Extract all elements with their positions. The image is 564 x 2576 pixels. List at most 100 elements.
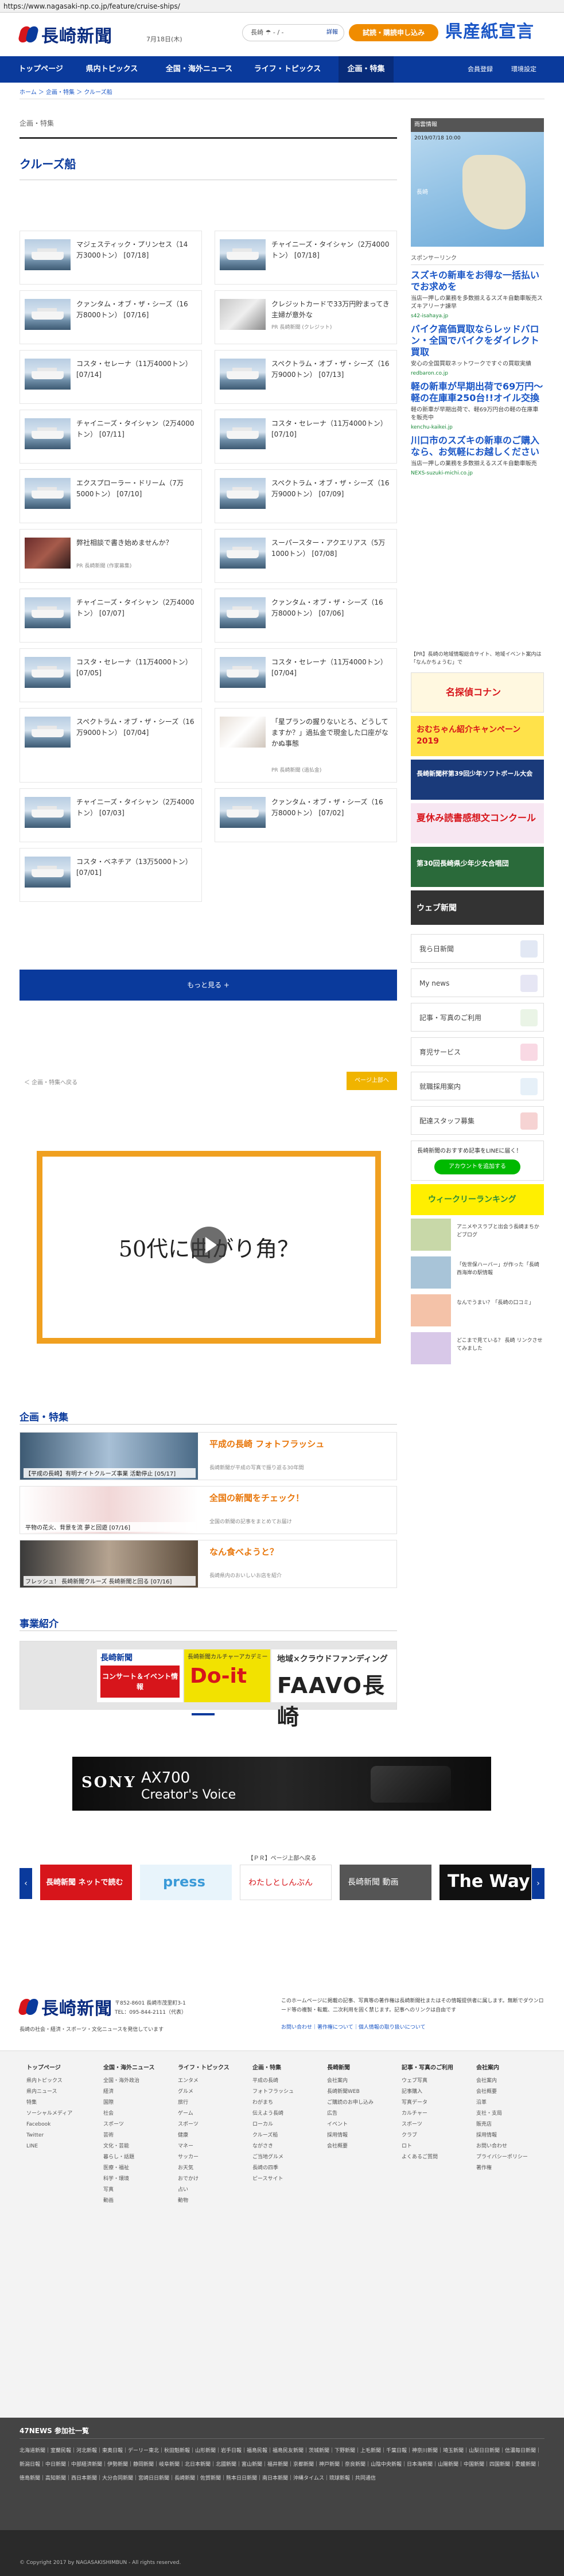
article-card[interactable]: チャイニーズ・タイシャン（2万4000トン） [07/07]	[20, 589, 202, 643]
pr-card[interactable]: 弊社相談で書き始めませんか？ PR 長崎新聞 (作家募集)	[20, 529, 202, 583]
sitemap-link[interactable]: クラブ	[402, 2130, 453, 2141]
sitemap-link[interactable]: 会社概要	[327, 2141, 374, 2152]
article-card[interactable]: クァンタム・オブ・ザ・シーズ（16万8000トン） [07/02]	[215, 788, 397, 842]
article-card[interactable]: スーパースター・アクエリアス（5万1000トン） [07/08]	[215, 529, 397, 583]
sponsor-ad[interactable]: 軽の新車が早期出荷で69万円〜 軽の在庫車250台!!オイル交換 軽の新車が早期…	[411, 381, 544, 430]
sponsor-ad[interactable]: スズキの新車をお得な一括払いでお求めを 当店一押しの業務を多数揃えるスズキ自動車…	[411, 270, 544, 319]
sitemap-link[interactable]: LINE	[26, 2141, 72, 2152]
article-card[interactable]: スペクトラム・オブ・ザ・シーズ（16万9000トン） [07/09]	[215, 469, 397, 523]
pr-back-label[interactable]: 【ＰＲ】ページ上部へ戻る	[0, 1853, 564, 1862]
sitemap-link[interactable]: 会社概要	[476, 2087, 528, 2098]
feature-card[interactable]: フレッシュ！ 長崎新聞クルーズ 長崎新聞と回る [07/16] なん食べようと？…	[20, 1540, 397, 1588]
sitemap-link[interactable]: 県内トピックス	[26, 2076, 72, 2087]
sponsor-title[interactable]: スズキの新車をお得な一括払いでお求めを	[411, 270, 544, 293]
sidebar-btn-mynews[interactable]: My news	[411, 968, 544, 997]
sitemap-link[interactable]: 経済	[103, 2087, 155, 2098]
sitemap-link[interactable]: 写真データ	[402, 2098, 453, 2108]
more-button[interactable]: もっと見る +	[20, 970, 397, 1001]
nav-life[interactable]: ライフ・トピックス	[250, 56, 325, 83]
article-card[interactable]: コスタ・セレーナ（11万4000トン） [07/10]	[215, 410, 397, 464]
sitemap-link[interactable]: 社会	[103, 2108, 155, 2119]
sitemap-link[interactable]: 広告	[327, 2108, 374, 2119]
sidebar-btn-photo[interactable]: 記事・写真のご利用	[411, 1003, 544, 1032]
sitemap-link[interactable]: イベント	[327, 2119, 374, 2130]
sitemap-link[interactable]: 記事購入	[402, 2087, 453, 2098]
play-icon[interactable]	[190, 1227, 227, 1263]
sitemap-link[interactable]: ご当地グルメ	[252, 2152, 294, 2163]
back-to-feature-link[interactable]: ＜ 企画・特集へ戻る	[24, 1077, 77, 1086]
sitemap-link[interactable]: スポーツ	[103, 2119, 155, 2130]
nav-top[interactable]: トップページ	[16, 56, 65, 83]
nav-local[interactable]: 県内トピックス	[80, 56, 143, 83]
carousel-next-icon[interactable]: ›	[532, 1868, 544, 1899]
carousel-item[interactable]: 長崎新聞 ネットで読む	[40, 1865, 132, 1900]
sitemap-heading[interactable]: ライフ・トピックス	[178, 2063, 230, 2073]
sitemap-link[interactable]: 採用情報	[476, 2130, 528, 2141]
web-paper-banner[interactable]: ウェブ新聞	[411, 890, 544, 925]
sitemap-link[interactable]: 科学・環境	[103, 2174, 155, 2185]
sitemap-link[interactable]: マネー	[178, 2141, 230, 2152]
sitemap-link[interactable]: 販売店	[476, 2119, 528, 2130]
sitemap-link[interactable]: クルーズ船	[252, 2130, 294, 2141]
sponsor-title[interactable]: 軽の新車が早期出荷で69万円〜 軽の在庫車250台!!オイル交換	[411, 381, 544, 404]
sitemap-link[interactable]: フォトフラッシュ	[252, 2087, 294, 2098]
article-card[interactable]: コスタ・ベネチア（13万5000トン） [07/01]	[20, 848, 202, 902]
site-logo[interactable]: 長崎新聞	[17, 22, 112, 47]
softball-banner[interactable]: 長崎新聞杯第39回少年ソフトボール大会	[411, 760, 544, 800]
sony-ad-banner[interactable]: SONY AX700 Creator's Voice	[72, 1757, 491, 1811]
sitemap-link[interactable]: ゲーム	[178, 2108, 230, 2119]
sitemap-heading[interactable]: 会社案内	[476, 2063, 528, 2073]
sidebar-btn-paper[interactable]: 我ら日新聞	[411, 934, 544, 963]
sitemap-link[interactable]: 暮らし・話題	[103, 2152, 155, 2163]
sitemap-link[interactable]: 平成の長崎	[252, 2076, 294, 2087]
sitemap-link[interactable]: Twitter	[26, 2130, 72, 2141]
carousel-item[interactable]: 長崎新聞 動画	[340, 1865, 431, 1900]
mini-link[interactable]: 「佐世保ハーバー」が作った「長崎西海岸の駅情報	[411, 1256, 544, 1291]
campaign-banner[interactable]: おむちゃん紹介キャンペーン 2019	[411, 716, 544, 756]
header-ad-banner[interactable]: 県産紙宣言	[445, 20, 546, 45]
nav-feature[interactable]: 企画・特集	[339, 56, 394, 83]
nav-register[interactable]: 会員登録	[461, 56, 499, 83]
sitemap-link[interactable]: 著作権	[476, 2163, 528, 2174]
mini-link[interactable]: どこまで見ている？ 長崎 リンクさせてみました	[411, 1332, 544, 1367]
sitemap-link[interactable]: 特集	[26, 2098, 72, 2108]
carousel-prev-icon[interactable]: ‹	[20, 1868, 32, 1899]
weather-detail-link[interactable]: 詳報	[326, 25, 338, 41]
footer-logo[interactable]: 長崎新聞	[17, 1994, 112, 2019]
sitemap-link[interactable]: 芸術	[103, 2130, 155, 2141]
sitemap-link[interactable]: 国際	[103, 2098, 155, 2108]
article-card[interactable]: クァンタム・オブ・ザ・シーズ（16万8000トン） [07/16]	[20, 290, 202, 344]
video-ad[interactable]: 50代に曲がり角？	[37, 1151, 381, 1344]
sitemap-link[interactable]: 動画	[103, 2196, 155, 2207]
choir-banner[interactable]: 第30回長崎県少年少女合唱団	[411, 847, 544, 887]
rain-radar-map[interactable]: 2019/07/18 10:00 長崎	[411, 132, 544, 247]
feature-card[interactable]: 【平成の長崎】有明ナイトクルーズ事業 活動停止 [05/17] 平成の長崎 フォ…	[20, 1432, 397, 1480]
article-card[interactable]: マジェスティック・プリンセス（14万3000トン） [07/18]	[20, 231, 202, 285]
sidebar-btn-recruit[interactable]: 就職採用案内	[411, 1072, 544, 1100]
sitemap-link[interactable]: ソーシャルメディア	[26, 2108, 72, 2119]
carousel-item[interactable]: press	[140, 1865, 232, 1900]
47news-list[interactable]: 北海道新聞｜室蘭民報｜河北新報｜東奥日報｜デーリー東北｜秋田魁新報｜山形新聞｜岩…	[20, 2444, 544, 2485]
nav-national[interactable]: 全国・海外ニュース	[162, 56, 236, 83]
sitemap-heading[interactable]: 長崎新聞	[327, 2063, 374, 2073]
sitemap-link[interactable]: 沿革	[476, 2098, 528, 2108]
sitemap-link[interactable]: ご購読のお申し込み	[327, 2098, 374, 2108]
info-text[interactable]: 【PR】長崎の地域情報総合サイト、地域イベント案内は「なんかちょうむ」で	[411, 651, 544, 667]
address-bar[interactable]: https://www.nagasaki-np.co.jp/feature/cr…	[0, 0, 564, 13]
sitemap-link[interactable]: 健康	[178, 2130, 230, 2141]
sitemap-link[interactable]: 会社案内	[476, 2076, 528, 2087]
page-top-button[interactable]: ページ上部へ	[347, 1072, 397, 1090]
sitemap-link[interactable]: 動物	[178, 2196, 230, 2207]
article-card[interactable]: コスタ・セレーナ（11万4000トン） [07/14]	[20, 350, 202, 404]
sitemap-link[interactable]: 会社案内	[327, 2076, 374, 2087]
sitemap-link[interactable]: スポーツ	[402, 2119, 453, 2130]
essay-banner[interactable]: 夏休み読書感想文コンクール	[411, 803, 544, 843]
sponsor-title[interactable]: バイク高価買取ならレッドバロン・全国でバイクをダイレクト買取	[411, 324, 544, 358]
carousel-item[interactable]: わたしとしんぶん	[240, 1865, 332, 1900]
sitemap-heading[interactable]: 全国・海外ニュース	[103, 2063, 155, 2073]
sitemap-link[interactable]: おでかけ	[178, 2174, 230, 2185]
nav-settings[interactable]: 環境設定	[505, 56, 543, 83]
sitemap-link[interactable]: 占い	[178, 2185, 230, 2196]
weather-widget[interactable]: 長崎 ☂ - / - 詳報	[242, 24, 344, 41]
sponsor-ad[interactable]: 川口市のスズキの新車のご購入なら、お気軽にお越しください 当店一押しの業務を多数…	[411, 435, 544, 476]
